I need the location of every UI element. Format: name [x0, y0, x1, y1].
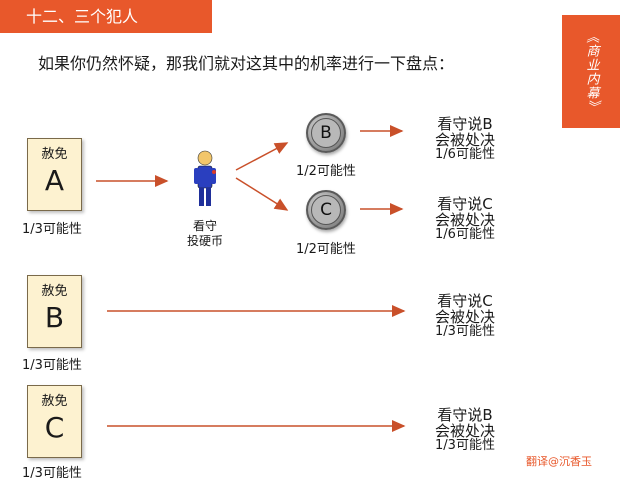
outcome-3: 看守说C 会被处决 1/3可能性 [420, 293, 510, 339]
card-b-prob: 1/3可能性 [22, 358, 82, 373]
arrow-guard-to-coin-b [235, 142, 289, 171]
card-c-letter: C [44, 411, 65, 444]
outcome-2-line1: 看守说C [437, 195, 493, 213]
coin-c-icon: C [306, 190, 346, 230]
card-a-letter: A [44, 164, 65, 197]
guard-label-line1: 看守 [192, 219, 217, 233]
coin-b-icon: B [306, 113, 346, 153]
outcome-1-line1: 看守说B [437, 115, 493, 133]
card-c: 赦免 C [27, 385, 82, 458]
guard-label-line2: 投硬币 [186, 234, 223, 248]
card-a-prob: 1/3可能性 [22, 222, 82, 237]
card-c-label: 赦免 [41, 394, 68, 409]
card-b: 赦免 B [27, 275, 82, 348]
coin-b-letter: B [311, 118, 341, 148]
card-c-prob: 1/3可能性 [22, 466, 82, 481]
guard-figure-icon [194, 150, 216, 206]
coin-c-prob: 1/2可能性 [296, 242, 356, 257]
outcome-3-line1: 看守说C [437, 292, 493, 310]
outcome-4-line1: 看守说B [437, 406, 493, 424]
outcome-3-prob: 1/3可能性 [435, 324, 495, 339]
coin-b-prob: 1/2可能性 [296, 164, 356, 179]
coin-c-letter: C [311, 195, 341, 225]
guard-label: 看守 投硬币 [175, 219, 235, 249]
outcome-4: 看守说B 会被处决 1/3可能性 [420, 407, 510, 453]
card-a: 赦免 A [27, 138, 82, 211]
outcome-4-line2: 会被处决 [434, 422, 495, 440]
outcome-1: 看守说B 会被处决 1/6可能性 [420, 116, 510, 162]
card-b-letter: B [44, 301, 65, 334]
outcome-4-prob: 1/3可能性 [435, 438, 495, 453]
outcome-2: 看守说C 会被处决 1/6可能性 [420, 196, 510, 242]
outcome-1-prob: 1/6可能性 [435, 147, 495, 162]
outcome-1-line2: 会被处决 [434, 131, 495, 149]
card-b-label: 赦免 [41, 284, 68, 299]
outcome-2-prob: 1/6可能性 [435, 227, 495, 242]
outcome-3-line2: 会被处决 [434, 308, 495, 326]
translator-credit: 翻译@沉香玉 [526, 455, 592, 468]
card-a-label: 赦免 [41, 147, 68, 162]
arrow-guard-to-coin-c [235, 177, 289, 211]
outcome-2-line2: 会被处决 [434, 211, 495, 229]
